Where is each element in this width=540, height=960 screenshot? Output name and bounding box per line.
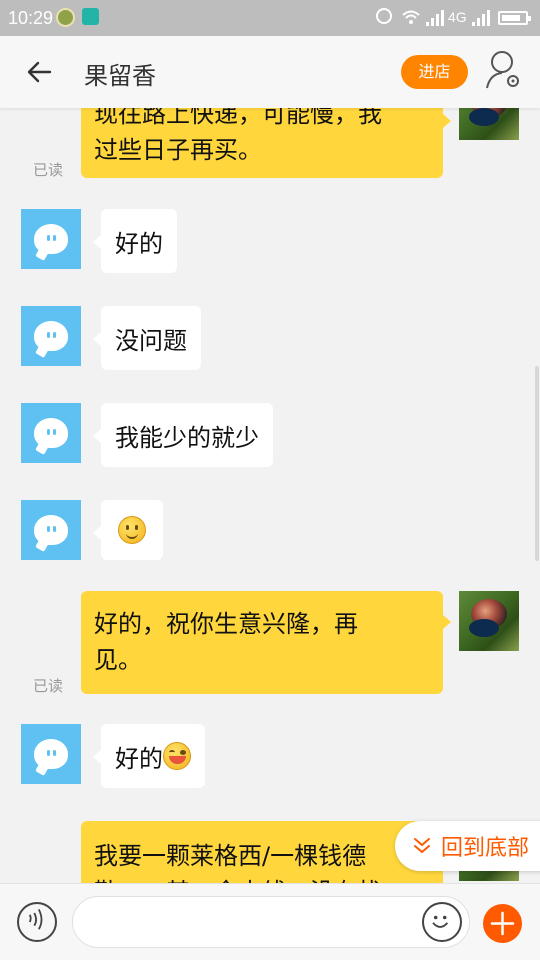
message-line: 见。 [94, 646, 142, 674]
seller-avatar[interactable] [21, 403, 81, 463]
message-line: 勒……其一余土线，没有找 [94, 874, 430, 883]
laugh-emoji-icon [163, 742, 191, 770]
message-line: 我要一颗莱格西/一棵钱德 [94, 842, 367, 870]
message-bubble-mine[interactable]: 现往路上快递，可能慢，我 过些日子再买。 [81, 108, 451, 178]
scrollbar[interactable] [535, 366, 539, 561]
smile-emoji-icon [118, 516, 146, 544]
back-arrow-icon [27, 61, 52, 83]
alarm-icon [376, 8, 392, 24]
read-status: 已读 [33, 161, 64, 179]
message-bubble-other[interactable]: 好的 [93, 724, 205, 788]
profile-settings-icon [486, 51, 519, 89]
chat-list[interactable]: 现往路上快递，可能慢，我 过些日子再买。 已读 好的 没问题 我能少的就少 好的… [0, 108, 540, 883]
message-bubble-other[interactable] [93, 500, 163, 560]
read-status: 已读 [33, 677, 64, 695]
signal-icon [426, 10, 444, 26]
seller-avatar[interactable] [21, 306, 81, 366]
message-line: 过些日子再买。 [94, 136, 262, 164]
message-text: 好的 [115, 744, 163, 773]
seller-avatar[interactable] [21, 724, 81, 784]
chat-header: 果留香 进店 [0, 36, 540, 108]
message-line: 好的，祝你生意兴隆，再 [94, 610, 358, 638]
input-bar [0, 883, 540, 960]
scan-app-icon [82, 8, 99, 25]
back-to-bottom-button[interactable]: 回到底部 [395, 821, 540, 871]
message-line: 现往路上快递，可能慢，我 [94, 108, 382, 128]
plus-button[interactable] [483, 904, 522, 943]
message-bubble-other[interactable]: 好的 [93, 209, 177, 273]
enter-shop-button[interactable]: 进店 [401, 55, 468, 89]
plus-icon [490, 911, 515, 936]
message-bubble-mine[interactable]: 好的，祝你生意兴隆，再 见。 [81, 591, 451, 694]
notification-app-icon [56, 8, 75, 27]
my-avatar[interactable] [459, 108, 519, 140]
emoji-button[interactable] [422, 902, 462, 942]
status-time: 10:29 [8, 8, 54, 28]
seller-avatar[interactable] [21, 209, 81, 269]
seller-avatar[interactable] [21, 500, 81, 560]
message-bubble-other[interactable]: 没问题 [93, 306, 201, 370]
message-bubble-mine[interactable]: 我要一颗莱格西/一棵钱德 勒……其一余土线，没有找 [81, 821, 451, 883]
back-to-bottom-label: 回到底部 [441, 836, 530, 861]
page-title: 果留香 [84, 62, 156, 90]
voice-icon [28, 908, 43, 930]
back-button[interactable] [20, 54, 60, 90]
profile-settings-button[interactable] [484, 48, 526, 92]
signal-icon-2 [472, 10, 490, 26]
voice-button[interactable] [17, 902, 57, 942]
emoji-icon [432, 915, 449, 928]
battery-icon [498, 11, 531, 25]
status-bar: 10:29 4G [0, 0, 540, 36]
message-bubble-other[interactable]: 我能少的就少 [93, 403, 273, 467]
chevron-down-icon [414, 838, 430, 853]
message-input[interactable] [72, 896, 470, 948]
wifi-icon [402, 10, 420, 24]
network-type: 4G [448, 9, 467, 25]
my-avatar[interactable] [459, 591, 519, 651]
